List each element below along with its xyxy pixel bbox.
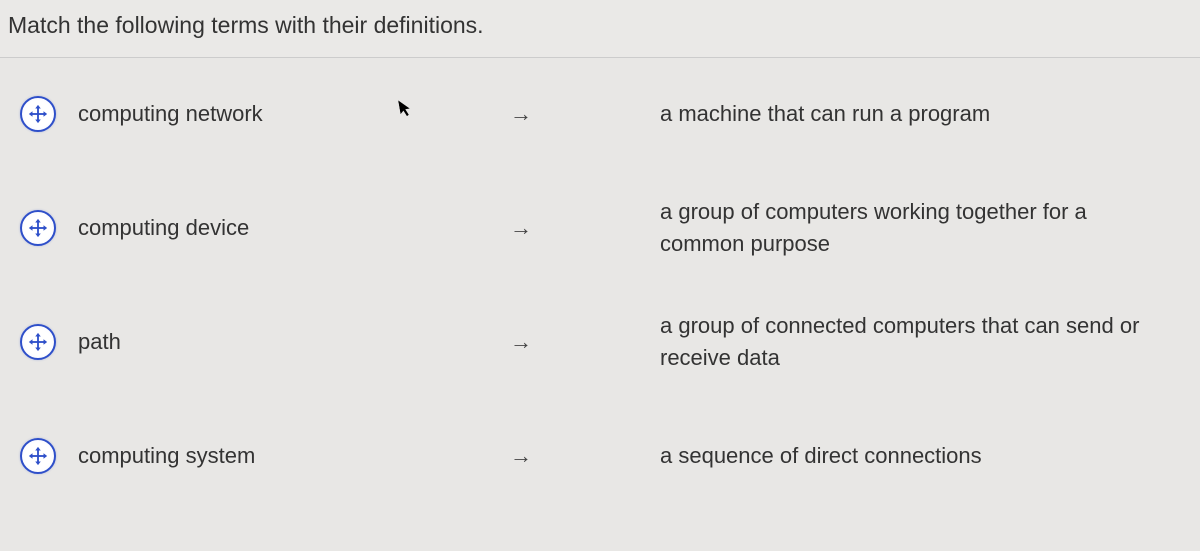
term-label: computing system bbox=[78, 443, 255, 469]
arrow-icon: → bbox=[510, 329, 660, 355]
term-label: computing device bbox=[78, 215, 249, 241]
question-prompt: Match the following terms with their def… bbox=[0, 0, 1200, 58]
move-handle-icon[interactable] bbox=[20, 438, 56, 474]
term-cell[interactable]: path bbox=[10, 324, 510, 360]
move-handle-icon[interactable] bbox=[20, 210, 56, 246]
definition-label: a machine that can run a program bbox=[660, 98, 1190, 130]
arrow-icon: → bbox=[510, 101, 660, 127]
term-label: computing network bbox=[78, 101, 263, 127]
term-label: path bbox=[78, 329, 121, 355]
definition-label: a group of connected computers that can … bbox=[660, 310, 1190, 374]
definition-label: a sequence of direct connections bbox=[660, 440, 1190, 472]
term-cell[interactable]: computing device bbox=[10, 210, 510, 246]
match-row: computing system → a sequence of direct … bbox=[10, 420, 1190, 492]
matching-container: computing network → a machine that can r… bbox=[0, 58, 1200, 492]
definition-label: a group of computers working together fo… bbox=[660, 196, 1190, 260]
move-handle-icon[interactable] bbox=[20, 96, 56, 132]
arrow-icon: → bbox=[510, 443, 660, 469]
term-cell[interactable]: computing network bbox=[10, 96, 510, 132]
term-cell[interactable]: computing system bbox=[10, 438, 510, 474]
move-handle-icon[interactable] bbox=[20, 324, 56, 360]
arrow-icon: → bbox=[510, 215, 660, 241]
match-row: computing device → a group of computers … bbox=[10, 192, 1190, 264]
match-row: path → a group of connected computers th… bbox=[10, 306, 1190, 378]
match-row: computing network → a machine that can r… bbox=[10, 78, 1190, 150]
